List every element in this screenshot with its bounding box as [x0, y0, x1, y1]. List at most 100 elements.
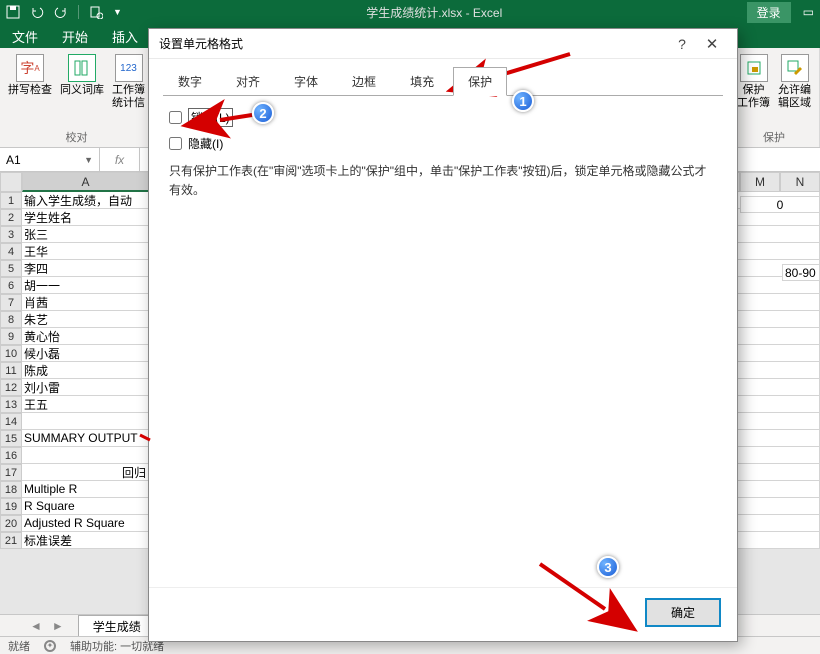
spellcheck-button[interactable]: 字A 拼写检查 — [6, 52, 54, 99]
select-all-corner[interactable] — [0, 172, 22, 192]
row-header[interactable]: 9 — [0, 328, 22, 345]
row-header[interactable]: 4 — [0, 243, 22, 260]
sheet-nav-prev-icon[interactable]: ◄ — [30, 619, 42, 633]
protect-workbook-icon — [740, 54, 768, 82]
col-header-M[interactable]: M — [740, 172, 780, 192]
name-box[interactable]: ▼ — [0, 148, 100, 171]
row-header[interactable]: 14 — [0, 413, 22, 430]
tab-border[interactable]: 边框 — [337, 67, 391, 96]
tab-file[interactable]: 文件 — [0, 24, 50, 48]
thesaurus-icon — [68, 54, 96, 82]
cell-A[interactable]: 学生姓名 — [22, 209, 149, 226]
row-header[interactable]: 18 — [0, 481, 22, 498]
row-header[interactable]: 7 — [0, 294, 22, 311]
row-header[interactable]: 17 — [0, 464, 22, 481]
row-header[interactable]: 15 — [0, 430, 22, 447]
undo-icon[interactable] — [30, 5, 44, 19]
cell-A[interactable]: 黄心怡 — [22, 328, 149, 345]
tab-insert[interactable]: 插入 — [100, 24, 150, 48]
tab-alignment[interactable]: 对齐 — [221, 67, 275, 96]
accessibility-icon: ✦ — [44, 640, 56, 652]
name-box-input[interactable] — [6, 153, 80, 167]
name-box-dropdown-icon[interactable]: ▼ — [84, 155, 93, 165]
app-titlebar: ▼ 学生成绩统计.xlsx - Excel 登录 ▭ — [0, 0, 820, 24]
redo-icon[interactable] — [54, 5, 68, 19]
partial-right-cells: 0 — [740, 196, 820, 213]
row-header[interactable]: 21 — [0, 532, 22, 549]
cell-A[interactable]: 刘小雷 — [22, 379, 149, 396]
cell-A[interactable]: 王五 — [22, 396, 149, 413]
sheet-tab-active[interactable]: 学生成绩 — [78, 615, 156, 637]
tab-protection[interactable]: 保护 — [453, 67, 507, 96]
cell-A[interactable]: SUMMARY OUTPUT — [22, 430, 149, 447]
row-header[interactable]: 10 — [0, 345, 22, 362]
tab-home[interactable]: 开始 — [50, 24, 100, 48]
cell-A[interactable]: 候小磊 — [22, 345, 149, 362]
row-header[interactable]: 8 — [0, 311, 22, 328]
cell-A[interactable]: 肖茜 — [22, 294, 149, 311]
thesaurus-button[interactable]: 同义词库 — [58, 52, 106, 99]
cell-N-value[interactable]: 80-90 — [782, 264, 820, 281]
tab-font[interactable]: 字体 — [279, 67, 333, 96]
cell-A[interactable]: 输入学生成绩，自动 — [22, 192, 149, 209]
save-icon[interactable] — [6, 5, 20, 19]
row-header[interactable]: 1 — [0, 192, 22, 209]
lock-checkbox[interactable] — [169, 111, 182, 124]
allow-edit-icon — [781, 54, 809, 82]
hide-label[interactable]: 隐藏(I) — [188, 135, 223, 152]
protect-workbook-button[interactable]: 保护 工作簿 — [735, 52, 772, 112]
cell-A[interactable]: 胡一一 — [22, 277, 149, 294]
print-preview-icon[interactable] — [89, 5, 103, 19]
tab-number[interactable]: 数字 — [163, 67, 217, 96]
cell-A[interactable]: 陈成 — [22, 362, 149, 379]
hide-checkbox-row: 隐藏(I) — [169, 135, 717, 152]
row-header[interactable]: 3 — [0, 226, 22, 243]
row-header[interactable]: 19 — [0, 498, 22, 515]
sheet-nav-next-icon[interactable]: ► — [52, 619, 64, 633]
col-header-N[interactable]: N — [780, 172, 820, 192]
status-ready: 就绪 — [8, 638, 30, 654]
cell-A[interactable] — [22, 413, 149, 430]
cell-A[interactable] — [22, 447, 149, 464]
col-header-A[interactable]: A — [22, 172, 149, 192]
protection-note: 只有保护工作表(在"审阅"选项卡上的"保护"组中，单击"保护工作表"按钮)后，锁… — [169, 162, 717, 200]
dialog-titlebar: 设置单元格格式 ? ✕ — [149, 29, 737, 59]
row-header[interactable]: 13 — [0, 396, 22, 413]
cell-A[interactable]: 标准误差 — [22, 532, 149, 549]
cell-A[interactable]: Adjusted R Square — [22, 515, 149, 532]
fx-button[interactable]: fx — [100, 148, 140, 171]
dialog-footer: 确定 — [149, 587, 737, 641]
cell-A[interactable]: 王华 — [22, 243, 149, 260]
row-header[interactable]: 20 — [0, 515, 22, 532]
cell-A[interactable]: 张三 — [22, 226, 149, 243]
ribbon-group-protect: 保护 工作簿 允许编 辑区域 保护 — [729, 48, 820, 147]
row-header[interactable]: 2 — [0, 209, 22, 226]
row-header[interactable]: 12 — [0, 379, 22, 396]
cell-A[interactable]: 朱艺 — [22, 311, 149, 328]
ribbon-group-proofing: 字A 拼写检查 同义词库 123 工作簿 统计信 校对 — [0, 48, 154, 147]
hide-checkbox[interactable] — [169, 137, 182, 150]
cell-A[interactable]: R Square — [22, 498, 149, 515]
dialog-close-button[interactable]: ✕ — [697, 35, 727, 53]
dialog-help-button[interactable]: ? — [667, 36, 697, 52]
row-header[interactable]: 5 — [0, 260, 22, 277]
cell-A[interactable]: Multiple R — [22, 481, 149, 498]
workbook-stats-button[interactable]: 123 工作簿 统计信 — [110, 52, 147, 112]
lock-label[interactable]: 锁定(L) — [188, 108, 233, 127]
cell-M-value[interactable]: 0 — [740, 196, 820, 213]
cell-A[interactable]: 李四 — [22, 260, 149, 277]
row-header[interactable]: 6 — [0, 277, 22, 294]
group-caption-proofing: 校对 — [66, 129, 88, 145]
dialog-title: 设置单元格格式 — [159, 35, 667, 52]
login-button[interactable]: 登录 — [747, 2, 791, 23]
ok-button[interactable]: 确定 — [645, 598, 721, 627]
ribbon-display-icon[interactable]: ▭ — [797, 5, 820, 19]
row-header[interactable]: 11 — [0, 362, 22, 379]
qat-dropdown-icon[interactable]: ▼ — [113, 7, 122, 17]
row-header[interactable]: 16 — [0, 447, 22, 464]
spellcheck-icon: 字A — [16, 54, 44, 82]
lock-checkbox-row: 锁定(L) — [169, 108, 717, 127]
cell-A[interactable]: 回归 — [22, 464, 149, 481]
tab-fill[interactable]: 填充 — [395, 67, 449, 96]
allow-edit-ranges-button[interactable]: 允许编 辑区域 — [776, 52, 813, 112]
